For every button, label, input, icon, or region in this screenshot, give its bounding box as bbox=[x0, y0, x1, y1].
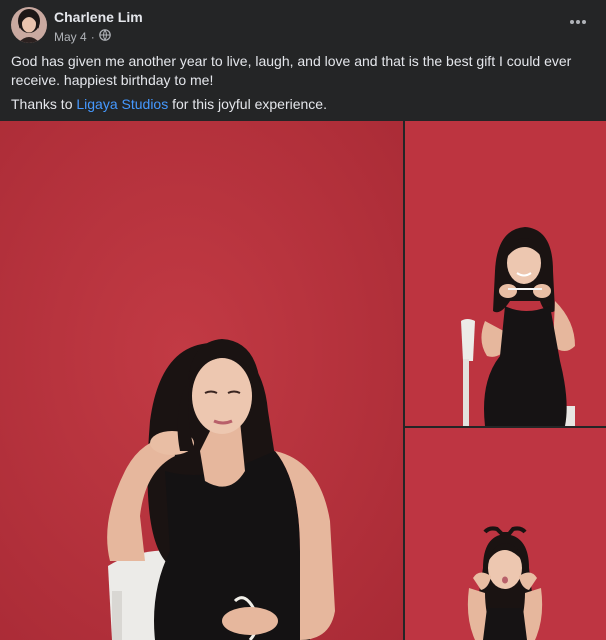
meta-separator: · bbox=[90, 29, 95, 44]
ligaya-studios-link[interactable]: Ligaya Studios bbox=[76, 96, 168, 112]
credit-prefix: Thanks to bbox=[11, 96, 77, 112]
avatar[interactable] bbox=[11, 7, 47, 43]
photo-top-right[interactable] bbox=[405, 121, 606, 426]
photo-main[interactable] bbox=[0, 121, 403, 640]
author-name[interactable]: Charlene Lim bbox=[54, 9, 143, 25]
credit-suffix: for this joyful experience. bbox=[168, 96, 327, 112]
globe-icon bbox=[98, 29, 111, 44]
post-credit: Thanks to Ligaya Studios for this joyful… bbox=[11, 95, 591, 114]
photo-bottom-right[interactable] bbox=[405, 428, 606, 640]
more-options-icon[interactable] bbox=[564, 10, 592, 34]
post-date[interactable]: May 4 bbox=[54, 30, 87, 44]
post-header: Charlene Lim May 4 · bbox=[0, 0, 606, 46]
photo-grid bbox=[0, 121, 606, 640]
post-caption: God has given me another year to live, l… bbox=[11, 53, 572, 88]
post-meta: May 4 · bbox=[54, 29, 111, 44]
post-text: God has given me another year to live, l… bbox=[11, 52, 591, 119]
